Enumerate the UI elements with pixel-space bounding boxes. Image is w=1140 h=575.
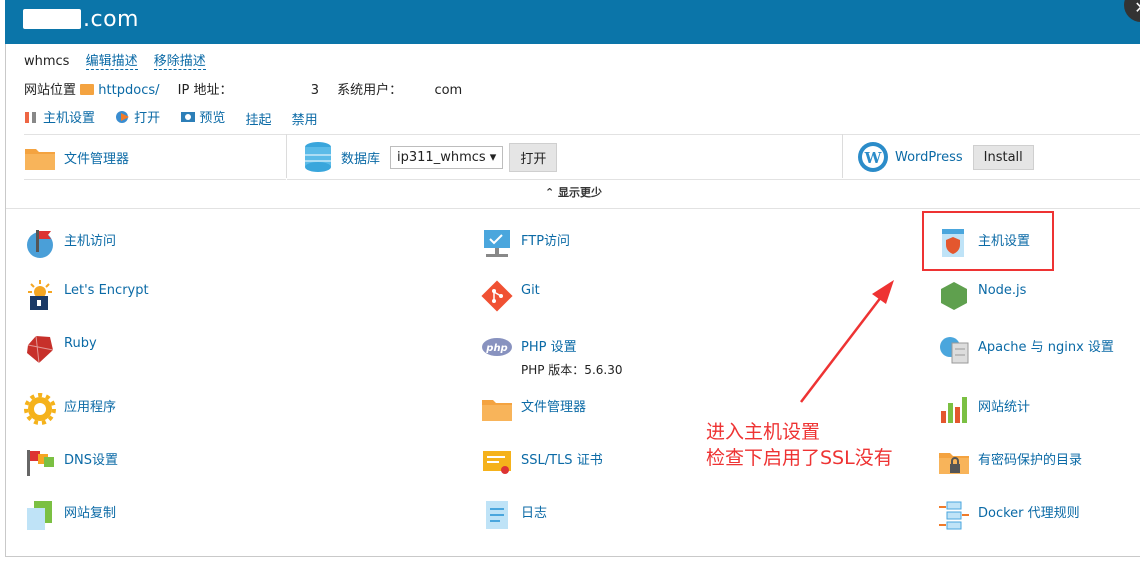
tile-ruby[interactable]: Ruby xyxy=(24,333,97,365)
tile-ftp-access[interactable]: FTP访问 xyxy=(481,227,570,259)
suspend-link[interactable]: 挂起 xyxy=(245,109,271,128)
nodejs-icon xyxy=(941,282,967,310)
database-icon xyxy=(305,142,331,172)
folder-icon xyxy=(80,84,95,95)
folder-icon xyxy=(25,149,55,170)
tile-git[interactable]: Git xyxy=(481,280,540,312)
database-select[interactable]: ip311_whmcs ▾ xyxy=(390,145,504,169)
tile-password-protected-dirs[interactable]: 有密码保护的目录 xyxy=(938,446,1082,478)
tile-file-manager[interactable]: 文件管理器 xyxy=(481,393,586,425)
certificate-icon xyxy=(483,451,511,474)
sys-user-tail: com xyxy=(434,83,463,98)
docker-proxy-icon xyxy=(939,501,969,530)
subscription-name: whmcs xyxy=(24,54,70,69)
site-location-label: 网站位置 xyxy=(24,83,77,98)
wordpress-label[interactable]: WordPress xyxy=(895,150,963,165)
ruby-icon xyxy=(27,335,54,364)
globe-flag-icon xyxy=(27,230,53,258)
database-tool: 数据库 ip311_whmcs ▾ 打开 xyxy=(287,134,858,180)
ip-label: IP 地址： xyxy=(177,83,233,98)
httpdocs-link[interactable]: httpdocs/ xyxy=(98,83,159,98)
locked-folder-icon xyxy=(939,453,969,474)
wordpress-tool: W WordPress Install xyxy=(843,134,1140,180)
window-header: .com xyxy=(5,0,1140,44)
show-less-toggle[interactable]: ⌃ 显示更少 xyxy=(6,178,1140,209)
chevron-up-icon: ⌃ xyxy=(544,186,559,199)
sys-user-label: 系统用户： xyxy=(337,83,403,98)
tile-apache-nginx[interactable]: Apache 与 nginx 设置 xyxy=(938,333,1114,365)
disable-link[interactable]: 禁用 xyxy=(292,109,318,128)
host-settings-link[interactable]: 主机设置 xyxy=(24,107,95,126)
flags-icon xyxy=(27,450,54,476)
folder-icon xyxy=(482,400,512,421)
globe-arrow-icon xyxy=(116,110,130,123)
tile-logs[interactable]: 日志 xyxy=(481,499,547,531)
tile-hosting-access[interactable]: 主机访问 xyxy=(24,227,116,259)
svg-text:W: W xyxy=(864,149,883,167)
tile-applications[interactable]: 应用程序 xyxy=(24,393,116,425)
svg-text:php: php xyxy=(485,343,507,354)
preview-link[interactable]: 预览 xyxy=(180,107,225,126)
site-info-row: 网站位置 httpdocs/ IP 地址： 3 系统用户： com xyxy=(24,79,462,98)
host-settings-highlight-box xyxy=(922,211,1054,271)
php-icon: php xyxy=(482,338,512,356)
git-icon xyxy=(481,280,513,312)
redacted-user xyxy=(406,84,431,94)
remove-description-link[interactable]: 移除描述 xyxy=(153,54,206,70)
domain-panel: whmcs 编辑描述 移除描述 网站位置 httpdocs/ IP 地址： 3 … xyxy=(5,44,1140,557)
tile-web-statistics[interactable]: 网站统计 xyxy=(938,393,1030,425)
redacted-ip xyxy=(236,84,307,94)
wordpress-install-button[interactable]: Install xyxy=(972,144,1034,170)
bar-chart-icon xyxy=(941,397,967,423)
tile-ssl-tls[interactable]: SSL/TLS 证书 xyxy=(481,446,603,478)
description-row: whmcs 编辑描述 移除描述 xyxy=(24,50,206,70)
tile-website-copy[interactable]: 网站复制 xyxy=(24,499,116,531)
wordpress-icon: W xyxy=(858,142,888,172)
edit-description-link[interactable]: 编辑描述 xyxy=(85,54,138,70)
redacted-domain xyxy=(23,9,81,29)
ip-tail: 3 xyxy=(310,83,320,98)
copy-icon xyxy=(27,501,52,530)
database-open-button[interactable]: 打开 xyxy=(509,142,558,172)
ftp-icon xyxy=(484,230,510,257)
server-globe-icon xyxy=(940,337,969,364)
php-version: PHP 版本：5.6.30 xyxy=(521,363,623,377)
lock-sun-icon xyxy=(28,280,52,310)
file-manager-tool[interactable]: 文件管理器 xyxy=(24,134,286,180)
action-links: 主机设置 打开 预览 挂起 禁用 xyxy=(24,107,334,128)
wrench-icon xyxy=(25,111,36,123)
tile-php-settings[interactable]: php PHP 设置 PHP 版本：5.6.30 xyxy=(481,333,622,378)
tile-nodejs[interactable]: Node.js xyxy=(938,280,1026,312)
domain-title: .com xyxy=(23,6,139,34)
preview-icon xyxy=(181,111,196,122)
annotation-text: 进入主机设置 检查下启用了SSL没有 xyxy=(706,421,893,469)
tile-dns-settings[interactable]: DNS设置 xyxy=(24,446,118,478)
database-label[interactable]: 数据库 xyxy=(341,148,380,167)
gear-icon xyxy=(24,393,56,425)
tile-lets-encrypt[interactable]: Let's Encrypt xyxy=(24,280,149,312)
log-icon xyxy=(486,501,508,529)
tile-docker-proxy[interactable]: Docker 代理规则 xyxy=(938,499,1080,531)
open-link[interactable]: 打开 xyxy=(115,107,160,126)
